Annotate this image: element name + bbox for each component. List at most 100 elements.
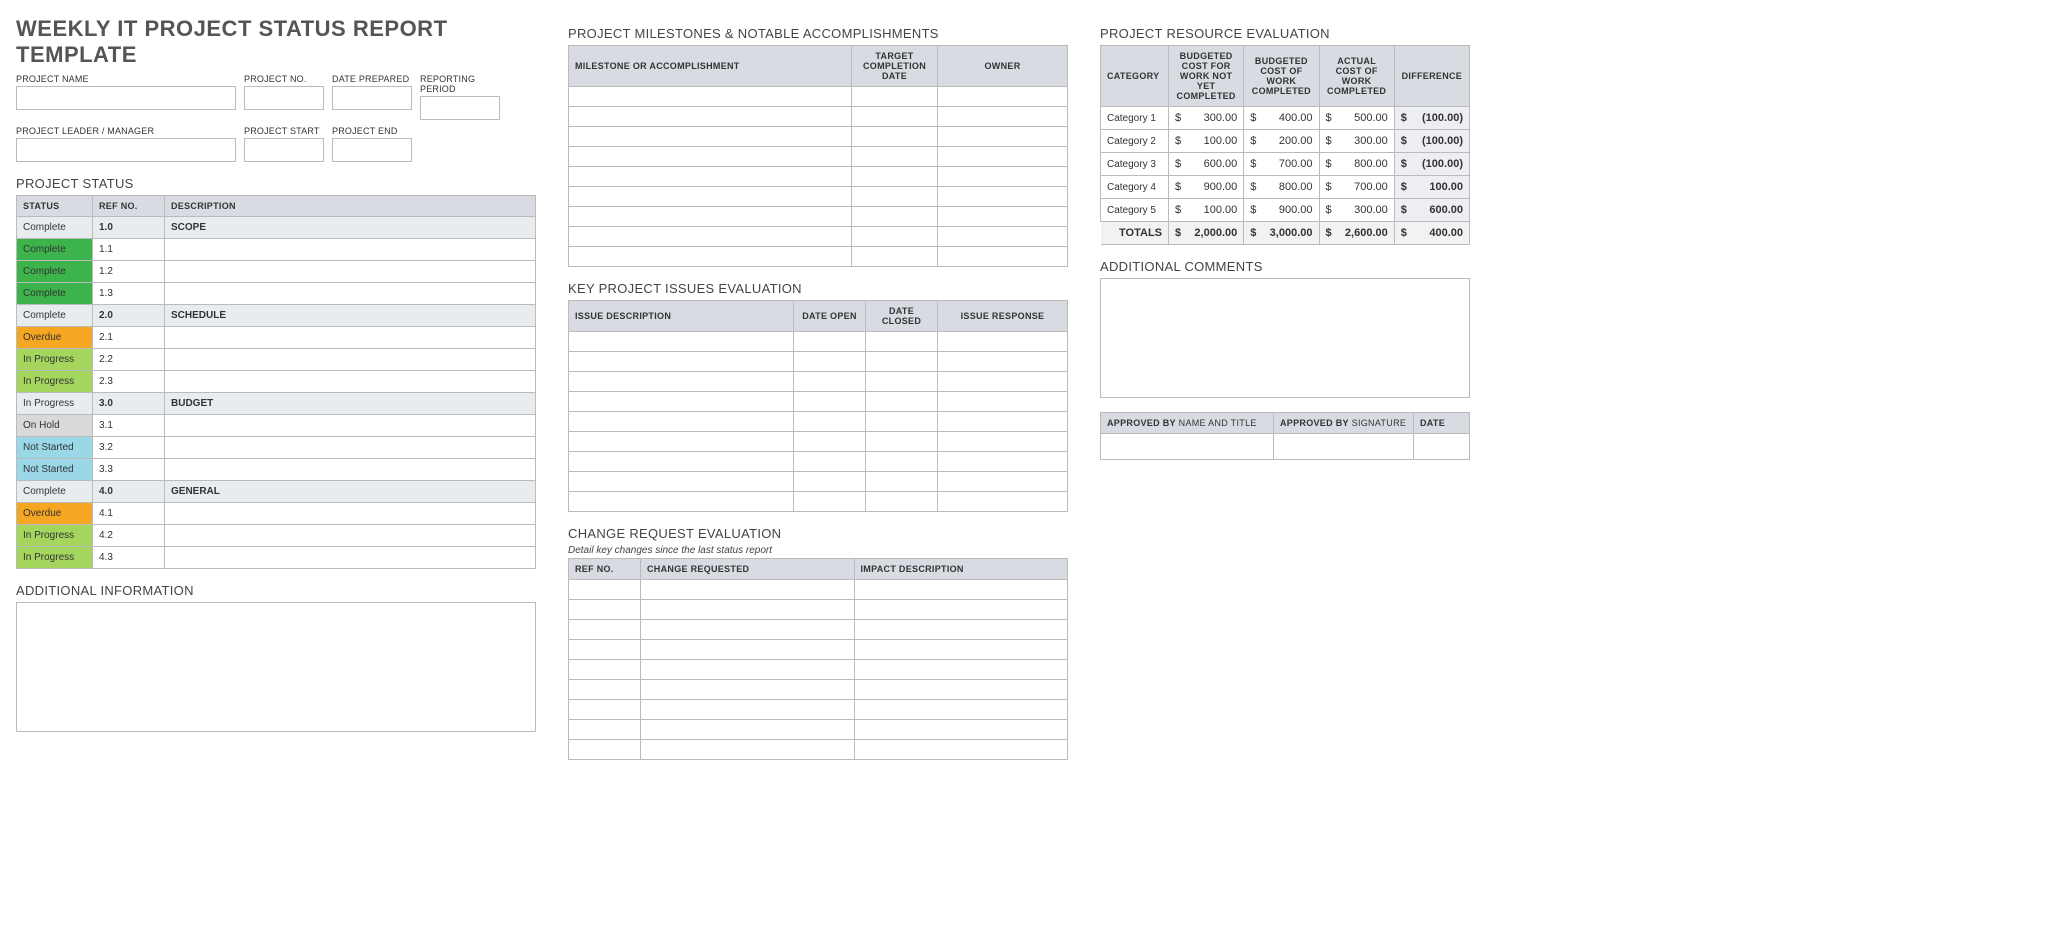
empty-cell[interactable] bbox=[854, 720, 1068, 740]
empty-cell[interactable] bbox=[938, 147, 1068, 167]
empty-cell[interactable] bbox=[866, 392, 938, 412]
empty-cell[interactable] bbox=[794, 332, 866, 352]
empty-cell[interactable] bbox=[852, 127, 938, 147]
empty-cell[interactable] bbox=[852, 247, 938, 267]
status-cell[interactable]: Complete bbox=[17, 239, 93, 261]
status-cell[interactable]: Not Started bbox=[17, 459, 93, 481]
empty-cell[interactable] bbox=[852, 207, 938, 227]
empty-cell[interactable] bbox=[569, 700, 641, 720]
description-cell[interactable] bbox=[165, 437, 536, 459]
empty-cell[interactable] bbox=[641, 640, 855, 660]
empty-cell[interactable] bbox=[794, 492, 866, 512]
empty-cell[interactable] bbox=[641, 680, 855, 700]
empty-cell[interactable] bbox=[569, 392, 794, 412]
additional-info-box[interactable] bbox=[16, 602, 536, 732]
empty-cell[interactable] bbox=[569, 640, 641, 660]
empty-cell[interactable] bbox=[569, 247, 852, 267]
empty-cell[interactable] bbox=[854, 620, 1068, 640]
meta-input[interactable] bbox=[420, 96, 500, 120]
empty-cell[interactable] bbox=[866, 332, 938, 352]
status-cell[interactable]: Overdue bbox=[17, 327, 93, 349]
empty-cell[interactable] bbox=[794, 372, 866, 392]
empty-cell[interactable] bbox=[852, 187, 938, 207]
empty-cell[interactable] bbox=[866, 412, 938, 432]
empty-cell[interactable] bbox=[569, 600, 641, 620]
empty-cell[interactable] bbox=[938, 247, 1068, 267]
empty-cell[interactable] bbox=[866, 352, 938, 372]
empty-cell[interactable] bbox=[852, 227, 938, 247]
meta-input[interactable] bbox=[244, 86, 324, 110]
empty-cell[interactable] bbox=[938, 187, 1068, 207]
empty-cell[interactable] bbox=[641, 740, 855, 760]
empty-cell[interactable] bbox=[794, 432, 866, 452]
empty-cell[interactable] bbox=[641, 580, 855, 600]
status-cell[interactable]: In Progress bbox=[17, 393, 93, 415]
status-cell[interactable]: Complete bbox=[17, 283, 93, 305]
description-cell[interactable] bbox=[165, 327, 536, 349]
empty-cell[interactable] bbox=[854, 640, 1068, 660]
empty-cell[interactable] bbox=[569, 580, 641, 600]
empty-cell[interactable] bbox=[641, 600, 855, 620]
meta-input[interactable] bbox=[332, 86, 412, 110]
empty-cell[interactable] bbox=[854, 580, 1068, 600]
status-cell[interactable]: In Progress bbox=[17, 525, 93, 547]
empty-cell[interactable] bbox=[641, 620, 855, 640]
empty-cell[interactable] bbox=[938, 472, 1068, 492]
empty-cell[interactable] bbox=[866, 452, 938, 472]
empty-cell[interactable] bbox=[641, 660, 855, 680]
empty-cell[interactable] bbox=[938, 352, 1068, 372]
status-cell[interactable]: In Progress bbox=[17, 349, 93, 371]
empty-cell[interactable] bbox=[569, 187, 852, 207]
empty-cell[interactable] bbox=[569, 492, 794, 512]
status-cell[interactable]: On Hold bbox=[17, 415, 93, 437]
meta-input[interactable] bbox=[16, 86, 236, 110]
status-cell[interactable]: Complete bbox=[17, 481, 93, 503]
empty-cell[interactable] bbox=[569, 207, 852, 227]
description-cell[interactable] bbox=[165, 261, 536, 283]
description-cell[interactable] bbox=[165, 503, 536, 525]
description-cell[interactable] bbox=[165, 415, 536, 437]
description-cell[interactable] bbox=[165, 525, 536, 547]
status-cell[interactable]: Not Started bbox=[17, 437, 93, 459]
empty-cell[interactable] bbox=[794, 392, 866, 412]
empty-cell[interactable] bbox=[569, 620, 641, 640]
empty-cell[interactable] bbox=[866, 372, 938, 392]
empty-cell[interactable] bbox=[569, 147, 852, 167]
status-cell[interactable]: Complete bbox=[17, 305, 93, 327]
meta-input[interactable] bbox=[332, 138, 412, 162]
empty-cell[interactable] bbox=[938, 227, 1068, 247]
approval-name-cell[interactable] bbox=[1101, 434, 1274, 460]
empty-cell[interactable] bbox=[938, 127, 1068, 147]
empty-cell[interactable] bbox=[569, 352, 794, 372]
empty-cell[interactable] bbox=[854, 660, 1068, 680]
empty-cell[interactable] bbox=[866, 492, 938, 512]
empty-cell[interactable] bbox=[852, 167, 938, 187]
description-cell[interactable] bbox=[165, 283, 536, 305]
empty-cell[interactable] bbox=[794, 412, 866, 432]
empty-cell[interactable] bbox=[866, 472, 938, 492]
empty-cell[interactable] bbox=[569, 660, 641, 680]
empty-cell[interactable] bbox=[641, 720, 855, 740]
empty-cell[interactable] bbox=[938, 372, 1068, 392]
empty-cell[interactable] bbox=[938, 207, 1068, 227]
empty-cell[interactable] bbox=[569, 107, 852, 127]
status-cell[interactable]: Complete bbox=[17, 261, 93, 283]
empty-cell[interactable] bbox=[569, 87, 852, 107]
empty-cell[interactable] bbox=[854, 700, 1068, 720]
empty-cell[interactable] bbox=[852, 147, 938, 167]
empty-cell[interactable] bbox=[569, 472, 794, 492]
empty-cell[interactable] bbox=[938, 432, 1068, 452]
status-cell[interactable]: Overdue bbox=[17, 503, 93, 525]
empty-cell[interactable] bbox=[938, 492, 1068, 512]
description-cell[interactable]: SCOPE bbox=[165, 217, 536, 239]
empty-cell[interactable] bbox=[794, 352, 866, 372]
description-cell[interactable] bbox=[165, 239, 536, 261]
description-cell[interactable]: BUDGET bbox=[165, 393, 536, 415]
empty-cell[interactable] bbox=[866, 432, 938, 452]
approval-signature-cell[interactable] bbox=[1274, 434, 1414, 460]
empty-cell[interactable] bbox=[569, 740, 641, 760]
empty-cell[interactable] bbox=[569, 227, 852, 247]
empty-cell[interactable] bbox=[569, 127, 852, 147]
empty-cell[interactable] bbox=[938, 452, 1068, 472]
description-cell[interactable] bbox=[165, 371, 536, 393]
